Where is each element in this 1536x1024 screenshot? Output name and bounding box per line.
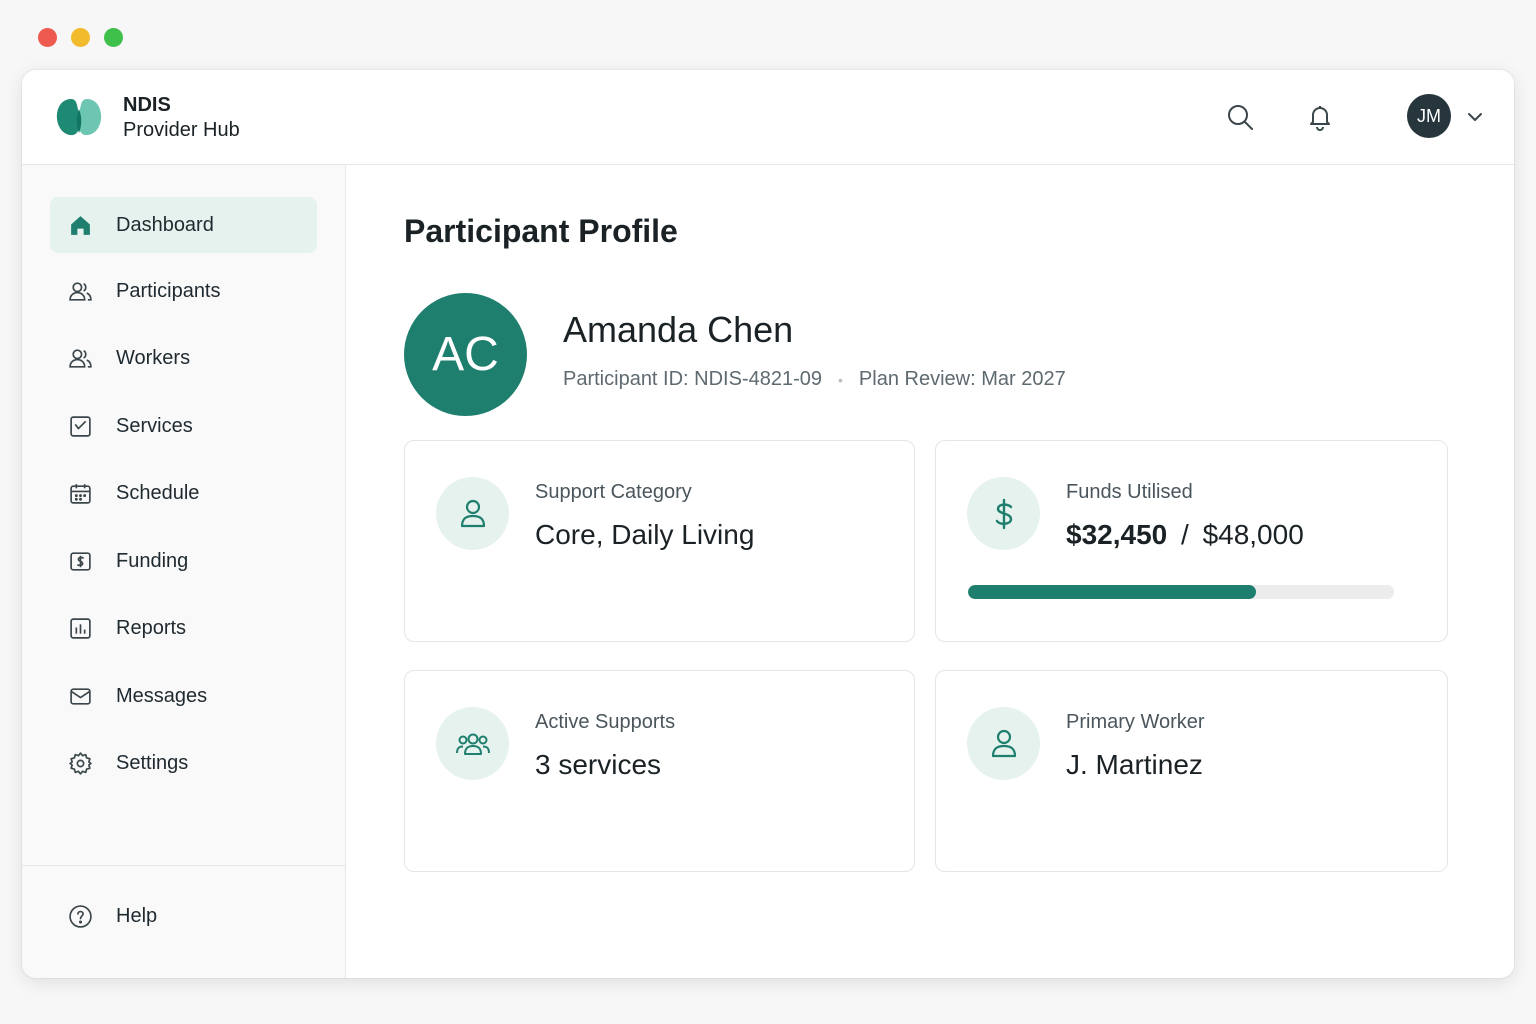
search-button[interactable] [1223, 100, 1257, 134]
report-icon [67, 615, 93, 641]
page-title: Participant Profile [404, 213, 678, 249]
calendar-icon [67, 480, 93, 506]
funds-progress-bar [968, 585, 1394, 599]
funding-icon [67, 548, 93, 574]
participant-meta: Participant ID: NDIS-4821-09 • Plan Revi… [563, 368, 1066, 391]
search-icon [1228, 105, 1253, 130]
participant-name: Amanda Chen [563, 309, 794, 350]
card-value: 3 services [535, 749, 662, 780]
card-value: J. Martinez [1066, 749, 1203, 780]
maximize-window-button[interactable] [104, 28, 123, 47]
plan-review: Plan Review: Mar 2027 [858, 368, 1066, 390]
top-bar: NDIS Provider Hub JM [22, 70, 1514, 165]
sidebar-item-schedule[interactable]: Schedule [50, 465, 317, 521]
card-icon-circle [967, 477, 1040, 550]
minimize-window-button[interactable] [71, 28, 90, 47]
group-icon [455, 733, 490, 755]
users-icon [67, 345, 93, 371]
gear-icon [67, 750, 93, 776]
sidebar-item-funding[interactable]: Funding [50, 533, 317, 589]
main-content: Participant Profile AC Amanda Chen Parti… [347, 165, 1514, 978]
sidebar-item-label: Settings [116, 751, 189, 774]
active-supports-card: Active Supports 3 services [404, 670, 915, 872]
funds-separator: / [1181, 519, 1189, 550]
funds-total: $48,000 [1202, 519, 1304, 550]
card-icon-circle [967, 707, 1040, 780]
bell-icon [1310, 106, 1330, 131]
card-icon-circle [436, 707, 509, 780]
sidebar: Dashboard Participants Workers Services … [22, 165, 346, 978]
funds-utilised-card: Funds Utilised $32,450 / $48,000 [935, 440, 1448, 642]
brand-name: NDIS Provider Hub [123, 93, 240, 143]
support-category-card: Support Category Core, Daily Living [404, 440, 915, 642]
users-icon [67, 278, 93, 304]
sidebar-item-help[interactable]: Help [50, 888, 317, 944]
home-icon [67, 212, 93, 238]
user-avatar[interactable]: JM [1407, 94, 1451, 138]
sidebar-item-reports[interactable]: Reports [50, 600, 317, 656]
card-label: Primary Worker [1066, 711, 1205, 733]
funds-used: $32,450 [1066, 519, 1168, 550]
primary-worker-card: Primary Worker J. Martinez [935, 670, 1448, 872]
window-controls [38, 28, 123, 47]
sidebar-item-label: Messages [116, 684, 208, 707]
notifications-button[interactable] [1303, 100, 1337, 134]
services-icon [67, 413, 93, 439]
sidebar-item-label: Participants [116, 279, 221, 302]
sidebar-item-participants[interactable]: Participants [50, 263, 317, 319]
dollar-icon [995, 498, 1012, 529]
card-label: Funds Utilised [1066, 481, 1193, 503]
sidebar-item-label: Help [116, 904, 158, 927]
sidebar-item-messages[interactable]: Messages [50, 668, 317, 724]
app-window: NDIS Provider Hub JM Dashboard Participa… [22, 70, 1514, 978]
person-icon [460, 499, 485, 527]
participant-id: Participant ID: NDIS-4821-09 [563, 368, 823, 390]
sidebar-item-workers[interactable]: Workers [50, 330, 317, 386]
close-window-button[interactable] [38, 28, 57, 47]
sidebar-item-dashboard[interactable]: Dashboard [50, 197, 317, 253]
sidebar-item-label: Reports [116, 616, 187, 639]
brand-line-1: NDIS [123, 94, 171, 116]
card-value: Core, Daily Living [535, 519, 755, 550]
sidebar-item-label: Workers [116, 346, 191, 369]
card-label: Active Supports [535, 711, 676, 733]
card-icon-circle [436, 477, 509, 550]
person-icon [991, 729, 1016, 757]
meta-separator: • [838, 371, 843, 388]
help-icon [67, 903, 93, 929]
sidebar-item-label: Dashboard [116, 213, 214, 236]
participant-avatar: AC [404, 293, 527, 416]
card-value: $32,450 / $48,000 [1066, 519, 1304, 551]
sidebar-item-label: Schedule [116, 481, 200, 504]
mail-icon [67, 683, 93, 709]
sidebar-divider [22, 865, 346, 866]
chevron-down-icon[interactable] [1464, 106, 1486, 128]
sidebar-item-label: Funding [116, 549, 189, 572]
sidebar-item-settings[interactable]: Settings [50, 735, 317, 791]
card-label: Support Category [535, 481, 692, 503]
funds-progress-fill [968, 585, 1256, 599]
sidebar-item-label: Services [116, 414, 193, 437]
sidebar-item-services[interactable]: Services [50, 398, 317, 454]
brand-line-2: Provider Hub [123, 119, 240, 141]
app-logo-icon [56, 99, 102, 136]
